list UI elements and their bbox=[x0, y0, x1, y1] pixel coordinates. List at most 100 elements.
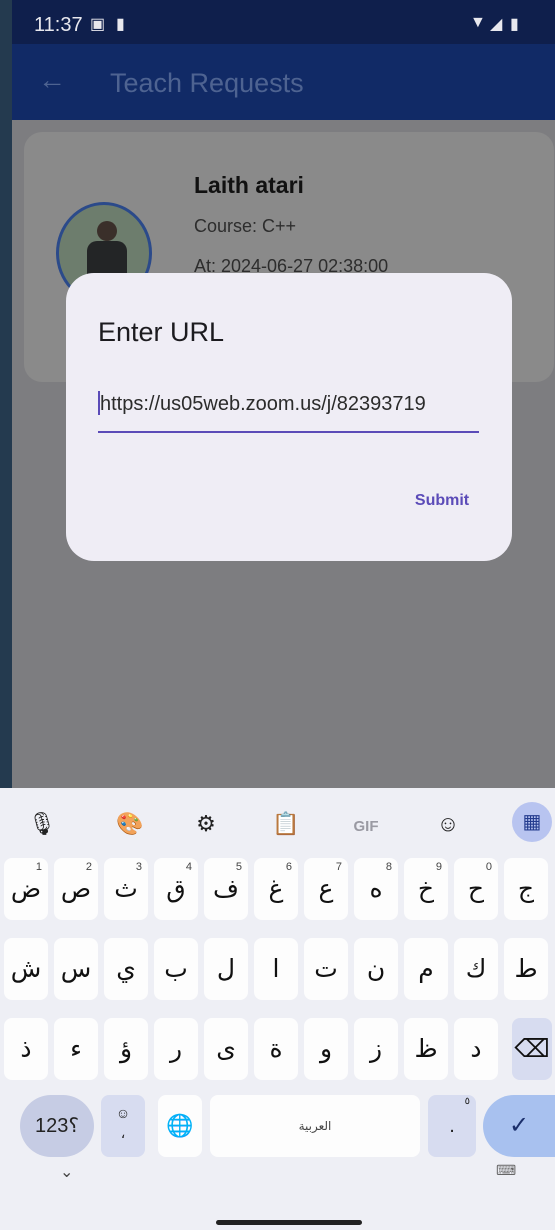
notification-icon: ▣ bbox=[90, 16, 106, 33]
key-char: ك bbox=[465, 954, 487, 983]
url-dialog: Enter URL https://us05web.zoom.us/j/8239… bbox=[66, 273, 512, 561]
chevron-down-icon[interactable]: ⌄ bbox=[60, 1162, 73, 1182]
key-hint: 1 bbox=[35, 861, 42, 873]
status-time: 11:37 bbox=[34, 14, 83, 36]
key-hint: 9 bbox=[435, 861, 442, 873]
key-char: غ bbox=[268, 874, 284, 903]
key[interactable]: ى bbox=[204, 1018, 248, 1080]
key-char: ت bbox=[314, 954, 338, 983]
key-char: ج bbox=[517, 874, 535, 903]
key-char: ن bbox=[366, 954, 386, 983]
globe-icon[interactable]: 🌐 bbox=[158, 1095, 202, 1157]
key-char: خ bbox=[417, 874, 435, 903]
key[interactable]: ا bbox=[254, 938, 298, 1000]
key[interactable]: ف5 bbox=[204, 858, 248, 920]
backspace-icon[interactable]: ⌫ bbox=[512, 1018, 552, 1080]
keyboard-switch-icon[interactable]: ⌨ bbox=[496, 1162, 516, 1179]
key[interactable]: ن bbox=[354, 938, 398, 1000]
key-char: ى bbox=[216, 1034, 236, 1063]
key[interactable]: س bbox=[54, 938, 98, 1000]
key[interactable]: ح0 bbox=[454, 858, 498, 920]
key[interactable]: ل bbox=[204, 938, 248, 1000]
key-hint: 3 bbox=[135, 861, 142, 873]
grid-icon[interactable]: ▦ bbox=[512, 802, 552, 842]
period-key[interactable]: .٥ bbox=[428, 1095, 476, 1157]
key-char: ق bbox=[166, 874, 186, 903]
key-char: د bbox=[470, 1034, 482, 1063]
key-char: ح bbox=[467, 874, 485, 903]
palette-icon[interactable]: 🎨 bbox=[110, 806, 150, 842]
key-hint: 6 bbox=[285, 861, 292, 873]
key[interactable]: ي bbox=[104, 938, 148, 1000]
key-char: و bbox=[319, 1034, 333, 1063]
key[interactable]: خ9 bbox=[404, 858, 448, 920]
key-char: ص bbox=[60, 874, 92, 903]
key-hint: 7 bbox=[335, 861, 342, 873]
settings-icon[interactable]: ⚙ bbox=[186, 806, 226, 842]
emoji-key[interactable]: ☺ ، bbox=[101, 1095, 145, 1157]
key[interactable]: م bbox=[404, 938, 448, 1000]
key-char: ع bbox=[318, 874, 334, 903]
signal-icon: ◢ bbox=[490, 16, 503, 33]
key-char: ط bbox=[514, 954, 538, 983]
key[interactable]: ة bbox=[254, 1018, 298, 1080]
key-char: م bbox=[418, 954, 434, 983]
key-char: ض bbox=[10, 874, 42, 903]
gif-button[interactable]: GIF bbox=[346, 806, 386, 842]
key[interactable]: ذ bbox=[4, 1018, 48, 1080]
url-input[interactable]: https://us05web.zoom.us/j/82393719 bbox=[98, 385, 479, 433]
key[interactable]: ع7 bbox=[304, 858, 348, 920]
clipboard-icon[interactable]: 📋 bbox=[266, 806, 306, 842]
key[interactable]: ج bbox=[504, 858, 548, 920]
home-indicator[interactable] bbox=[216, 1220, 362, 1225]
key[interactable]: ض1 bbox=[4, 858, 48, 920]
key[interactable]: ث3 bbox=[104, 858, 148, 920]
key[interactable]: ب bbox=[154, 938, 198, 1000]
key-char: ل bbox=[216, 954, 236, 983]
key[interactable]: ق4 bbox=[154, 858, 198, 920]
key[interactable]: د bbox=[454, 1018, 498, 1080]
key[interactable]: ؤ bbox=[104, 1018, 148, 1080]
key-char: ؤ bbox=[119, 1034, 133, 1063]
key[interactable]: ء bbox=[54, 1018, 98, 1080]
key-hint: 8 bbox=[385, 861, 392, 873]
key[interactable]: و bbox=[304, 1018, 348, 1080]
battery-icon: ▮ bbox=[510, 16, 519, 33]
key-char: ف bbox=[213, 874, 239, 903]
arrow-left-icon[interactable]: ← bbox=[38, 64, 66, 96]
mic-icon[interactable]: 🎙 bbox=[22, 806, 62, 842]
key[interactable]: ز bbox=[354, 1018, 398, 1080]
key[interactable]: ك bbox=[454, 938, 498, 1000]
submit-button[interactable]: Submit bbox=[382, 483, 502, 519]
page-title: Teach Requests bbox=[110, 68, 304, 98]
sticker-icon[interactable]: ☺ bbox=[428, 806, 468, 842]
key[interactable]: ت bbox=[304, 938, 348, 1000]
key-char: ز bbox=[369, 1034, 383, 1063]
enter-key[interactable]: ✓ bbox=[483, 1095, 555, 1157]
key[interactable]: غ6 bbox=[254, 858, 298, 920]
key-hint: 2 bbox=[85, 861, 92, 873]
key-char: ة bbox=[269, 1034, 283, 1063]
key[interactable]: ظ bbox=[404, 1018, 448, 1080]
sim-card-icon: ▮ bbox=[116, 16, 125, 33]
key-char: ذ bbox=[20, 1034, 32, 1063]
wifi-icon: ▼ bbox=[470, 14, 486, 31]
avatar-head bbox=[97, 221, 117, 241]
key[interactable]: ص2 bbox=[54, 858, 98, 920]
key[interactable]: ط bbox=[504, 938, 548, 1000]
key-char: ا bbox=[272, 954, 280, 983]
key[interactable]: ش bbox=[4, 938, 48, 1000]
key-hint: 5 bbox=[235, 861, 242, 873]
course-label: Course: C++ bbox=[194, 216, 297, 236]
key[interactable]: ر bbox=[154, 1018, 198, 1080]
key[interactable]: ه8 bbox=[354, 858, 398, 920]
key-hint: 0 bbox=[485, 861, 492, 873]
app-bar: ← Teach Requests bbox=[12, 44, 555, 120]
key-hint: 4 bbox=[185, 861, 192, 873]
key-char: ث bbox=[114, 874, 138, 903]
space-key[interactable]: العربية bbox=[210, 1095, 420, 1157]
dialog-title: Enter URL bbox=[98, 317, 225, 347]
symbols-key[interactable]: ؟123 bbox=[20, 1095, 94, 1157]
key-char: ظ bbox=[414, 1034, 438, 1063]
url-value: https://us05web.zoom.us/j/82393719 bbox=[100, 393, 426, 415]
